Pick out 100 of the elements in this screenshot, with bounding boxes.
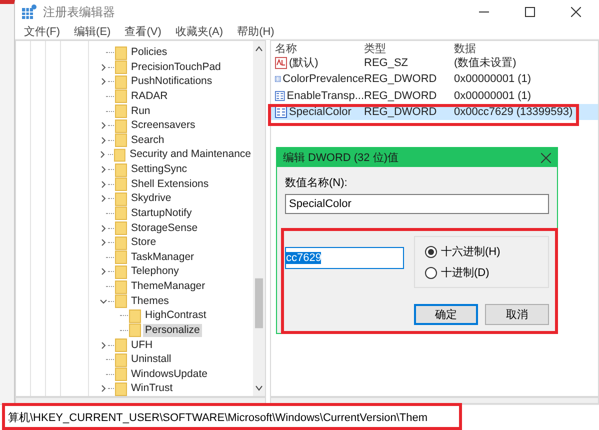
value-type: REG_DWORD xyxy=(364,106,438,118)
menu-item[interactable]: 查看(V) xyxy=(124,24,162,40)
folder-icon xyxy=(115,367,127,382)
tree-item[interactable]: SettingSync xyxy=(129,163,190,176)
folder-icon xyxy=(129,308,141,323)
chevron-right-icon[interactable] xyxy=(100,64,106,71)
folder-icon xyxy=(115,104,127,118)
tree-item[interactable]: PrecisionTouchPad xyxy=(129,60,223,74)
registry-icon xyxy=(21,4,37,20)
tree-item[interactable]: RADAR xyxy=(129,90,170,103)
tree-item[interactable]: Search xyxy=(129,134,166,147)
value-data-field[interactable]: cc7629 xyxy=(285,247,404,269)
tree-item[interactable]: HighContrast xyxy=(143,309,208,322)
folder-icon xyxy=(115,250,127,264)
value-data: 0x00cc7629 (13399593) xyxy=(454,106,574,118)
chevron-right-icon[interactable] xyxy=(100,78,106,86)
tree-item[interactable]: Personalize xyxy=(143,324,202,337)
folder-icon xyxy=(115,338,127,352)
tree-item[interactable]: UFH xyxy=(129,338,155,352)
value-row[interactable]: (默认) REG_SZ (数值未设置) xyxy=(271,54,598,71)
value-name: ColorPrevalence xyxy=(282,73,364,86)
folder-icon xyxy=(115,236,127,250)
folder-icon xyxy=(115,177,127,192)
menu-item[interactable]: 编辑(E) xyxy=(74,24,111,40)
close-icon[interactable] xyxy=(571,7,581,17)
folder-icon xyxy=(115,221,127,236)
column-header[interactable]: 类型 xyxy=(364,41,454,56)
folder-icon xyxy=(115,294,127,308)
radio-option[interactable]: 十进制(D) xyxy=(425,265,548,280)
tree-item[interactable]: Screensavers xyxy=(129,119,198,132)
binary-value-icon xyxy=(275,90,285,102)
folder-icon xyxy=(129,323,141,338)
radio-icon[interactable] xyxy=(425,246,437,258)
dialog-title: 编辑 DWORD (32 位)值 xyxy=(283,151,398,165)
chevron-right-icon[interactable] xyxy=(100,224,106,232)
tree-item[interactable]: Shell Extensions xyxy=(129,178,211,191)
tree-item[interactable]: WinTrust xyxy=(129,382,175,396)
value-name: EnableTransp... xyxy=(286,90,364,102)
folder-icon xyxy=(115,46,127,60)
tree-item[interactable]: Telephony xyxy=(129,265,181,278)
chevron-right-icon[interactable] xyxy=(100,342,106,349)
dialog-button[interactable]: 确定 xyxy=(414,304,478,325)
chevron-right-icon[interactable] xyxy=(100,195,106,202)
binary-value-icon xyxy=(275,106,287,118)
folder-icon xyxy=(115,264,127,279)
minimize-icon[interactable] xyxy=(479,11,489,13)
vertical-scrollbar[interactable] xyxy=(253,41,265,396)
chevron-right-icon[interactable] xyxy=(100,122,106,130)
value-type: REG_DWORD xyxy=(364,73,438,86)
close-icon[interactable] xyxy=(541,152,551,162)
tree-item[interactable]: StartupNotify xyxy=(129,206,194,220)
chevron-right-icon[interactable] xyxy=(100,136,106,144)
value-name-field[interactable]: SpecialColor xyxy=(285,194,549,214)
chevron-right-icon[interactable] xyxy=(100,385,106,392)
folder-icon xyxy=(115,192,127,206)
window-title: 注册表编辑器 xyxy=(43,4,115,20)
folder-icon xyxy=(115,118,127,133)
chevron-right-icon[interactable] xyxy=(99,151,106,158)
maximize-icon[interactable] xyxy=(525,7,535,17)
horizontal-scrollbar[interactable] xyxy=(270,397,599,404)
value-row[interactable]: ColorPrevalenceREG_DWORD 0x00000001 (1) xyxy=(271,70,598,88)
folder-icon xyxy=(115,352,127,367)
tree-item[interactable]: TaskManager xyxy=(129,250,196,264)
value-row[interactable]: EnableTransp...REG_DWORD 0x00000001 (1) xyxy=(271,87,598,104)
tree-item[interactable]: Skydrive xyxy=(129,192,174,206)
tree-item[interactable]: Run xyxy=(129,104,152,118)
tree-item[interactable]: WindowsUpdate xyxy=(129,368,210,381)
column-header[interactable]: 名称 xyxy=(275,41,364,56)
tree-item[interactable]: Uninstall xyxy=(129,353,174,366)
folder-icon xyxy=(115,60,127,74)
value-type: REG_SZ xyxy=(364,56,410,69)
chevron-right-icon[interactable] xyxy=(100,239,106,246)
folder-icon xyxy=(115,74,127,89)
tree-item[interactable]: ThemeManager xyxy=(129,280,208,294)
value-data: 0x00000001 (1) xyxy=(454,73,532,86)
radio-option[interactable]: 十六进制(H) xyxy=(425,244,548,259)
chevron-right-icon[interactable] xyxy=(100,268,106,276)
tree-item[interactable]: Security and Maintenance xyxy=(128,148,253,162)
tree-item[interactable]: Themes xyxy=(129,294,171,308)
folder-icon xyxy=(115,382,127,396)
field-label: 数值名称(N): xyxy=(285,176,348,190)
column-header[interactable]: 数据 xyxy=(454,41,598,56)
value-data: 0x00000001 (1) xyxy=(454,90,532,102)
chevron-right-icon[interactable] xyxy=(100,180,106,188)
value-data: (数值未设置) xyxy=(454,56,518,69)
registry-path: 算机\HKEY_CURRENT_USER\SOFTWARE\Microsoft\Windows\CurrentVersion\Them xyxy=(8,412,428,424)
tree-item[interactable]: Store xyxy=(129,236,158,250)
menu-item[interactable]: 收藏夹(A) xyxy=(175,24,224,40)
tree-item[interactable]: Policies xyxy=(129,46,170,60)
menu-item[interactable]: 帮助(H) xyxy=(237,24,274,40)
radio-icon[interactable] xyxy=(425,266,437,278)
chevron-down-icon[interactable] xyxy=(100,298,106,305)
tree-item[interactable]: StorageSense xyxy=(129,222,200,235)
dialog-button[interactable]: 取消 xyxy=(485,304,549,325)
value-name: SpecialColor xyxy=(289,106,352,118)
chevron-right-icon[interactable] xyxy=(100,166,106,174)
folder-icon xyxy=(115,162,127,177)
tree-item[interactable]: PushNotifications xyxy=(129,75,214,88)
menu-item[interactable]: 文件(F) xyxy=(24,24,60,40)
value-name: (默认) xyxy=(289,56,318,69)
